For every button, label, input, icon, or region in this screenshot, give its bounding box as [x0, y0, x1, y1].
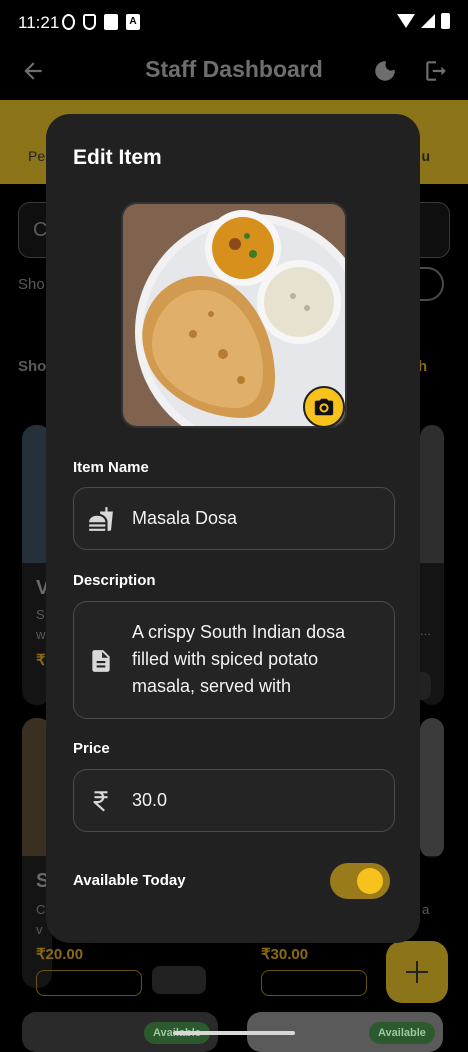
menu-card-desc: S [36, 607, 45, 622]
available-today-switch[interactable] [330, 863, 390, 899]
section-label: Sho [18, 358, 47, 375]
item-name-input[interactable]: Masala Dosa [132, 505, 378, 532]
app-bar: Staff Dashboard [0, 44, 468, 100]
menu-card[interactable] [420, 718, 444, 858]
menu-card-desc: C [36, 902, 46, 917]
item-name-field[interactable]: Masala Dosa [73, 487, 395, 550]
menu-card-price: ₹20.00 [36, 946, 84, 963]
menu-card[interactable]: ... [420, 425, 444, 705]
menu-card-desc: w [36, 627, 46, 642]
status-bar: 11:21 A [0, 0, 468, 44]
status-notification-icons: A [62, 14, 140, 30]
dialog-title: Edit Item [73, 146, 162, 169]
menu-card-edit-button[interactable] [261, 970, 367, 996]
menu-card-desc: v [36, 922, 43, 937]
vpn-icon [62, 14, 75, 30]
menu-card-delete-button[interactable] [152, 966, 206, 994]
gesture-handle[interactable] [173, 1031, 295, 1035]
logout-icon[interactable] [422, 58, 450, 84]
status-time: 11:21 [18, 13, 60, 32]
price-field[interactable]: 30.0 [73, 769, 395, 832]
available-today-label: Available Today [73, 872, 186, 889]
sd-card-icon [104, 14, 118, 30]
menu-card-desc: a [422, 902, 430, 917]
moon-icon[interactable] [372, 58, 398, 84]
price-input[interactable]: 30.0 [132, 787, 378, 814]
availability-badge: Available [369, 1022, 435, 1044]
menu-card-price: ₹30.00 [261, 946, 309, 963]
rupee-icon [93, 791, 108, 812]
app-notification-icon: A [126, 14, 140, 30]
add-item-button[interactable] [386, 941, 448, 1003]
camera-icon [314, 398, 334, 416]
switch-knob [357, 868, 383, 894]
change-photo-button[interactable] [303, 386, 345, 428]
filter-row-label: Sho [18, 276, 45, 293]
tab-right[interactable]: u [421, 148, 430, 164]
item-name-label: Item Name [73, 459, 149, 476]
menu-card-edit-button[interactable] [36, 970, 142, 996]
description-label: Description [73, 572, 156, 589]
menu-card-image [420, 718, 444, 856]
edit-item-dialog: Edit Item Item Name Masala Dosa Descript… [46, 114, 420, 943]
tab-left[interactable]: Pe [28, 148, 45, 164]
battery-icon [441, 13, 450, 29]
price-label: Price [73, 740, 110, 757]
menu-card-image [420, 425, 444, 563]
shield-icon [83, 14, 96, 30]
menu-card-desc: ... [420, 623, 431, 638]
description-field[interactable]: A crispy South Indian dosa filled with s… [73, 601, 395, 719]
description-icon [92, 650, 110, 672]
wifi-icon [397, 14, 415, 28]
status-system-icons [397, 13, 450, 29]
fastfood-icon [89, 507, 113, 531]
signal-icon [421, 14, 435, 28]
description-input[interactable]: A crispy South Indian dosa filled with s… [132, 619, 378, 700]
menu-card-price: ₹ [36, 652, 46, 669]
